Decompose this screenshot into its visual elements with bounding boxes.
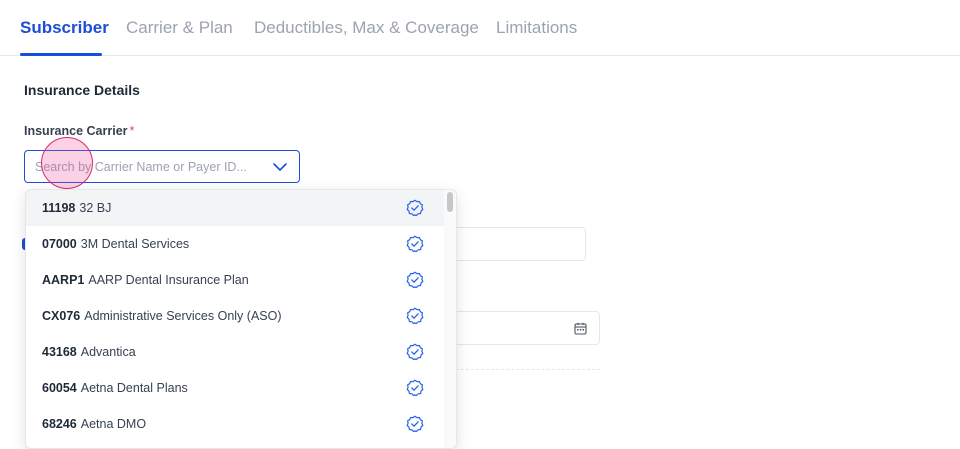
carrier-option[interactable]: CX076 Administrative Services Only (ASO) [26, 298, 446, 334]
active-tab-indicator [20, 53, 102, 56]
verified-check-icon [406, 199, 424, 217]
background-text-field[interactable] [440, 227, 586, 261]
dropdown-scrollbar[interactable] [444, 190, 456, 448]
tab-subscriber[interactable]: Subscriber [20, 17, 109, 39]
required-mark: * [129, 124, 135, 138]
background-divider [456, 369, 600, 370]
tab-deductibles-max-coverage[interactable]: Deductibles, Max & Coverage [254, 17, 479, 39]
carrier-option-name: 32 BJ [79, 201, 112, 215]
calendar-icon[interactable] [574, 322, 587, 335]
carrier-option-name: Aetna Dental Plans [80, 381, 188, 395]
carrier-option-code: 11198 [42, 201, 76, 215]
carrier-dropdown-list[interactable]: 11198 32 BJ 07000 3M Dental Services AARP1… [25, 189, 457, 449]
dropdown-scroll-thumb[interactable] [447, 192, 453, 212]
verified-check-icon [406, 343, 424, 361]
tab-limitations[interactable]: Limitations [496, 17, 577, 39]
insurance-carrier-label: Insurance Carrier * [24, 124, 134, 138]
carrier-option-name: 3M Dental Services [80, 237, 190, 251]
verified-check-icon [406, 271, 424, 289]
section-title: Insurance Details [24, 82, 140, 98]
carrier-option-name: Aetna DMO [80, 417, 147, 431]
carrier-option-code: 43168 [42, 345, 77, 359]
carrier-option[interactable]: 11198 32 BJ [26, 190, 446, 226]
verified-check-icon [406, 415, 424, 433]
verified-check-icon [406, 235, 424, 253]
carrier-option-code: 68246 [42, 417, 77, 431]
carrier-option[interactable]: 43168 Advantica [26, 334, 446, 370]
carrier-option-code: 60054 [42, 381, 77, 395]
carrier-option-name: Advantica [80, 345, 136, 359]
carrier-option[interactable]: 60054 Aetna Dental Plans [26, 370, 446, 406]
carrier-option[interactable]: 68246 Aetna DMO [26, 406, 446, 442]
background-date-field[interactable] [440, 311, 600, 345]
carrier-option-code: CX076 [42, 309, 81, 323]
insurance-carrier-select[interactable] [24, 150, 300, 183]
insurance-carrier-label-text: Insurance Carrier [24, 124, 128, 138]
carrier-option-code: 07000 [42, 237, 77, 251]
chevron-down-icon[interactable] [273, 161, 287, 173]
tab-carrier-plan[interactable]: Carrier & Plan [126, 17, 233, 39]
carrier-option-code: AARP1 [42, 273, 85, 287]
verified-check-icon [406, 307, 424, 325]
verified-check-icon [406, 379, 424, 397]
carrier-option-name: Administrative Services Only (ASO) [84, 309, 282, 323]
carrier-option[interactable]: AARP1 AARP Dental Insurance Plan [26, 262, 446, 298]
insurance-carrier-search-input[interactable] [35, 157, 265, 177]
carrier-option[interactable]: 07000 3M Dental Services [26, 226, 446, 262]
carrier-option-name: AARP Dental Insurance Plan [88, 273, 249, 287]
tab-bar: Subscriber Carrier & Plan Deductibles, M… [0, 0, 960, 56]
